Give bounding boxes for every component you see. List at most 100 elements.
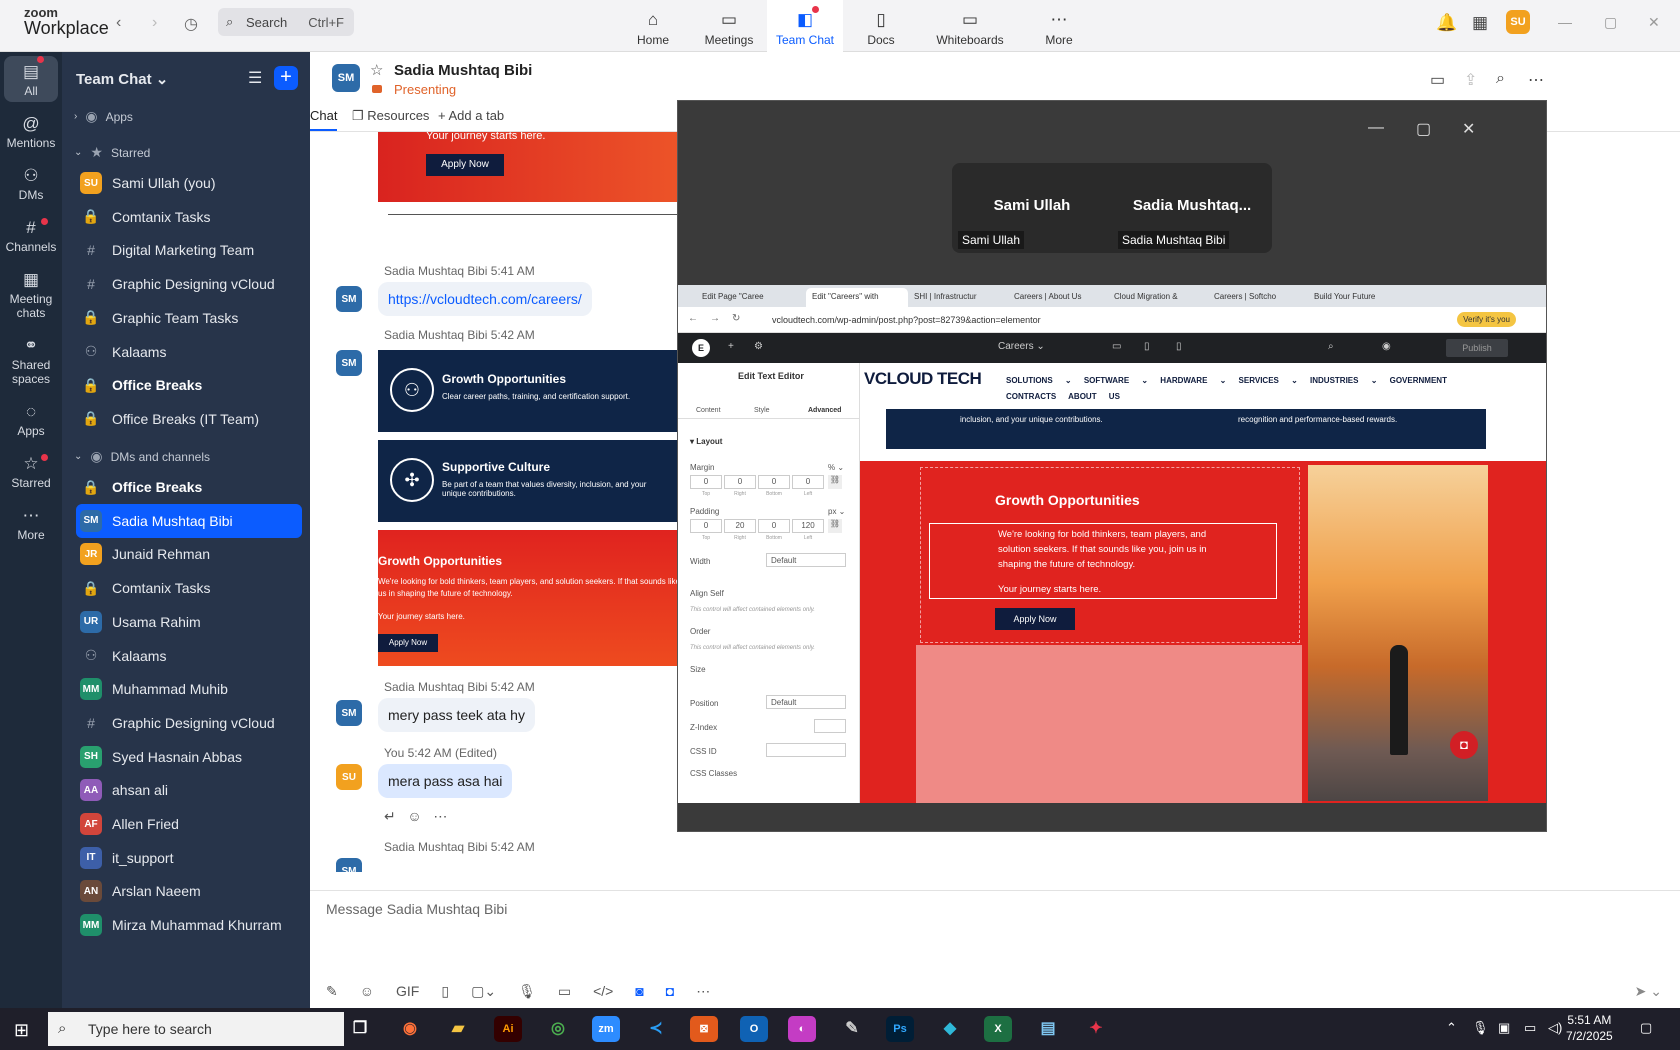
sidebar-item[interactable]: MM Mirza Muhammad Khurram [76,908,302,942]
back-arrow-icon[interactable]: ← [688,313,698,324]
chevron-up-icon[interactable]: ⌃ [1446,1020,1457,1036]
firefox-icon[interactable]: ◉ [396,1016,424,1042]
spacing-input[interactable]: 0 [792,475,824,489]
excel-icon[interactable]: X [984,1016,1012,1042]
mobile-icon[interactable]: ▯ [1176,341,1182,352]
sidebar-item[interactable]: JR Junaid Rehman [76,537,302,571]
sidebar-title[interactable]: Team Chat ⌄ [76,70,168,88]
tab-style[interactable]: Style [754,407,770,414]
zindex-input[interactable] [814,719,846,733]
tab-more[interactable]: ⋯ More [1021,0,1097,52]
browser-tab-active[interactable]: Edit "Careers" with [806,288,908,307]
forward-arrow-icon[interactable]: › [152,14,157,32]
video-icon[interactable]: ▭ [1430,70,1445,90]
format-icon[interactable]: ✎ [326,983,338,1000]
padding-unit[interactable]: px ⌄ [828,507,845,516]
growth-heading[interactable]: Growth Opportunities [995,492,1140,508]
message-bubble[interactable]: https://vcloudtech.com/careers/ [378,282,592,316]
taskbar-clock[interactable]: 5:51 AM 7/2/2025 [1566,1012,1613,1044]
site-menu[interactable]: SOLUTIONS ⌄ SOFTWARE ⌄ HARDWARE ⌄ SERVIC… [1006,373,1476,405]
css-id-input[interactable] [766,743,846,757]
tab-content[interactable]: Content [696,407,721,414]
sidebar-item[interactable]: UR Usama Rahim [76,605,302,639]
screenshot-icon[interactable]: ▢⌄ [471,983,496,1000]
sidebar-item[interactable]: ⚇ Kalaams [76,639,302,673]
tab-whiteboards[interactable]: ▭ Whiteboards [919,0,1021,52]
reply-icon[interactable]: ↵ [384,808,396,824]
chrome-icon[interactable]: ◎ [544,1016,572,1042]
more-options-icon[interactable]: ⋯ [1528,70,1544,90]
browser-tab[interactable]: Edit Page "Caree [696,288,806,307]
browser-tab[interactable]: Build Your Future [1308,288,1408,307]
message-bubble[interactable]: mery pass teek ata hy [378,698,535,732]
tab-chat[interactable]: Chat [310,108,338,131]
mic-icon[interactable]: 🎙 [518,983,536,1000]
position-select[interactable]: Default [766,695,846,709]
video-clip-icon[interactable]: ▭ [558,983,571,1000]
link-icon[interactable]: ⛓ [828,519,842,533]
video-tile[interactable]: Sadia Mushtaq... Sadia Mushtaq Bibi [1112,163,1272,253]
tab-resources[interactable]: ❐ Resources [352,108,429,124]
sidebar-item[interactable]: 🔒 Office Breaks [76,368,302,402]
layout-section[interactable]: ▾ Layout [690,437,722,446]
star-icon[interactable]: ☆ [370,61,383,79]
settings-sliders-icon[interactable]: ⚙ [754,341,763,352]
careers-link[interactable]: https://vcloudtech.com/careers/ [388,291,582,307]
preview-icon[interactable]: ◉ [1382,341,1391,352]
sidebar-item[interactable]: AA ahsan ali [76,773,302,807]
rail-all[interactable]: ▤ All [4,56,58,102]
tab-meetings[interactable]: ▭ Meetings [691,0,767,52]
mic-icon[interactable]: 🎙 [1472,1020,1489,1036]
author-avatar[interactable]: SM [336,286,362,312]
link-icon[interactable]: ⛓ [828,475,842,489]
rail-dms[interactable]: ⚇ DMs [0,166,62,202]
taskbar-search[interactable]: ⌕ Type here to search [48,1012,344,1046]
search-box[interactable]: ⌕ Search Ctrl+F [218,8,354,36]
code-icon[interactable]: </> [593,983,613,1000]
site-logo[interactable]: VCLOUD TECH [864,369,982,389]
more-icon[interactable]: ⋯ [433,808,447,824]
add-icon[interactable]: + [728,341,734,352]
spacing-input[interactable]: 0 [690,475,722,489]
author-avatar[interactable]: SM [336,858,362,872]
outlook-icon[interactable]: O [740,1016,768,1042]
author-avatar[interactable]: SU [336,764,362,790]
sidebar-item[interactable]: AN Arslan Naeem [76,874,302,908]
tab-team-chat[interactable]: ◧ Team Chat [767,0,843,52]
author-avatar[interactable]: SM [336,700,362,726]
section-dms[interactable]: ⌄ ◉ DMs and channels [74,448,210,465]
app-icon[interactable]: ◙ [635,983,643,1000]
app-icon[interactable]: ✦ [1082,1016,1110,1042]
sidebar-item[interactable]: 🔒 Graphic Team Tasks [76,301,302,335]
tab-home[interactable]: ⌂ Home [615,0,691,52]
new-chat-button[interactable]: + [274,66,298,90]
bell-icon[interactable]: 🔔 [1436,13,1457,33]
sidebar-item[interactable]: # Digital Marketing Team [76,233,302,267]
browser-tab[interactable]: Careers | About Us [1008,288,1108,307]
close-icon[interactable]: ✕ [1462,119,1475,139]
photoshop-icon[interactable]: Ps [886,1016,914,1042]
sidebar-item[interactable]: MM Muhammad Muhib [76,672,302,706]
text-editor-widget[interactable]: We're looking for bold thinkers, team pl… [929,523,1277,599]
growth-section[interactable]: Growth Opportunities We're looking for b… [860,461,1546,803]
sidebar-item[interactable]: # Graphic Designing vCloud [76,267,302,301]
width-select[interactable]: Default [766,553,846,567]
spacing-input[interactable]: 120 [792,519,824,533]
vscode-icon[interactable]: ≺ [642,1016,670,1042]
task-view-icon[interactable]: ❐ [346,1016,374,1042]
sidebar-item[interactable]: SM Sadia Mushtaq Bibi [76,503,302,538]
back-arrow-icon[interactable]: ‹ [116,14,121,32]
message-composer[interactable]: Message Sadia Mushtaq Bibi ✎ ☺ GIF ▯ ▢⌄ … [310,890,1680,1008]
spacing-input[interactable]: 0 [724,475,756,489]
spacing-input[interactable]: 20 [724,519,756,533]
sidebar-item[interactable]: 🔒 Office Breaks [76,470,302,504]
emoji-icon[interactable]: ☺ [407,808,421,824]
publish-button[interactable]: Publish [1446,339,1508,357]
send-icon[interactable]: ➤ ⌄ [1635,983,1662,1000]
contact-avatar[interactable]: SM [332,64,360,92]
author-avatar[interactable]: SM [336,350,362,376]
rail-meeting-chats[interactable]: ▦ Meeting chats [0,270,62,320]
elementor-logo-icon[interactable]: E [692,339,710,357]
address-bar[interactable]: ← → ↻ vcloudtech.com/wp-admin/post.php?p… [678,307,1546,333]
file-explorer-icon[interactable]: ▰ [444,1016,472,1042]
